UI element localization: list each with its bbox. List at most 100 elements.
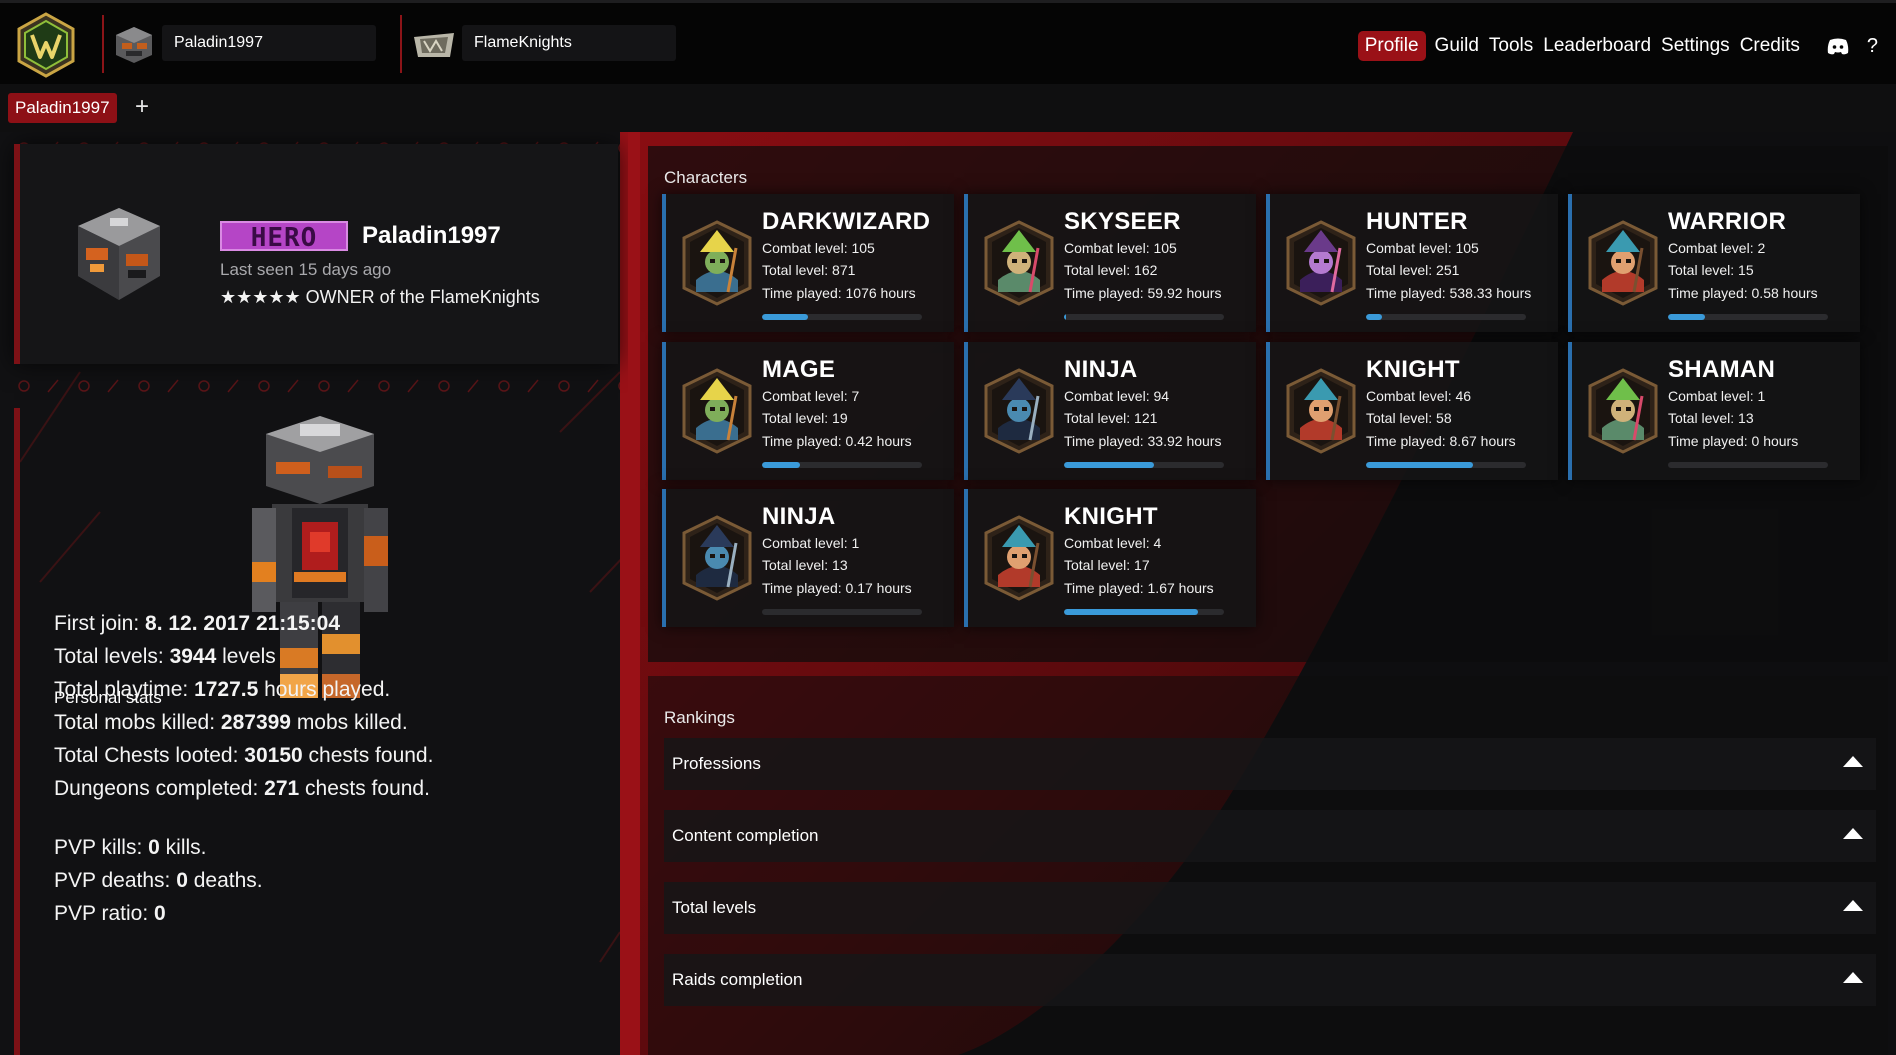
profile-tab-bar: Paladin1997 +	[0, 84, 1896, 132]
ranking-label: Total levels	[672, 898, 757, 917]
combat-level-text: Combat level: 2	[1668, 240, 1766, 256]
progress-fill	[1366, 462, 1473, 468]
time-played-text: Time played: 8.67 hours	[1366, 433, 1516, 449]
guild-banner-icon	[414, 33, 454, 57]
ranking-row[interactable]: Professions	[664, 738, 1876, 790]
stat-suffix: kills.	[159, 836, 207, 859]
content-area: Characters DARKWIZARD Combat level: 105 To…	[628, 132, 1896, 1055]
nav-leaderboard[interactable]: Leaderboard	[1542, 31, 1652, 61]
combat-level-text: Combat level: 105	[1064, 240, 1177, 256]
character-card[interactable]: WARRIOR Combat level: 2 Total level: 15 Tim…	[1568, 194, 1860, 332]
stat-suffix: levels	[216, 645, 276, 668]
guild-role-text: ★★★★★ OWNER of the FlameKnights	[220, 287, 540, 307]
total-level-text: Total level: 13	[1668, 410, 1754, 426]
characters-heading: Characters	[664, 168, 748, 187]
help-icon[interactable]: ?	[1867, 35, 1878, 58]
stat-label: Total mobs killed:	[54, 711, 221, 734]
player-panel: HERO Paladin1997 Last seen 15 days ago ★…	[0, 132, 628, 1055]
character-card[interactable]: MAGE Combat level: 7 Total level: 19 Time p…	[662, 342, 954, 480]
time-played-text: Time played: 1.67 hours	[1064, 580, 1214, 596]
collapse-arrow-icon[interactable]	[1842, 754, 1864, 768]
stat-value: 271	[264, 777, 300, 800]
total-level-text: Total level: 15	[1668, 262, 1754, 278]
ranking-label: Content completion	[672, 826, 819, 845]
stat-line: PVP kills: 0 kills.	[54, 836, 207, 860]
character-class-name: WARRIOR	[1668, 208, 1787, 235]
stat-label: PVP deaths:	[54, 869, 177, 892]
character-card[interactable]: NINJA Combat level: 1 Total level: 13 Time …	[662, 489, 954, 627]
character-progress-bar	[1366, 314, 1526, 320]
assassin-icon	[682, 515, 752, 601]
combat-level-text: Combat level: 94	[1064, 388, 1170, 404]
time-played-text: Time played: 1076 hours	[762, 285, 916, 301]
last-seen-text: Last seen 15 days ago	[220, 260, 392, 279]
character-card[interactable]: KNIGHT Combat level: 46 Total level: 58 Tim…	[1266, 342, 1558, 480]
character-class-name: KNIGHT	[1366, 356, 1460, 383]
character-class-name: SKYSEER	[1064, 208, 1181, 235]
nav-settings[interactable]: Settings	[1660, 31, 1731, 61]
stat-label: PVP ratio:	[54, 902, 154, 925]
rankings-heading: Rankings	[664, 708, 735, 727]
total-level-text: Total level: 121	[1064, 410, 1158, 426]
nav-profile[interactable]: Profile	[1357, 31, 1426, 61]
ranking-row[interactable]: Raids completion	[664, 954, 1876, 1006]
rankings-panel: Rankings Professions Content completion To…	[648, 676, 1888, 1055]
player-name-field[interactable]: Paladin1997	[162, 25, 376, 61]
collapse-arrow-icon[interactable]	[1842, 970, 1864, 984]
separator	[400, 15, 402, 73]
stat-line: Dungeons completed: 271 chests found.	[54, 777, 430, 801]
character-card[interactable]: SKYSEER Combat level: 105 Total level: 162…	[964, 194, 1256, 332]
progress-fill	[762, 314, 808, 320]
progress-fill	[1064, 609, 1198, 615]
stat-suffix: mobs killed.	[290, 711, 408, 734]
ranking-row[interactable]: Total levels	[664, 882, 1876, 934]
collapse-arrow-icon[interactable]	[1842, 898, 1864, 912]
site-logo-icon[interactable]	[12, 11, 80, 79]
separator	[102, 15, 104, 73]
shaman-icon	[1588, 368, 1658, 454]
discord-icon[interactable]	[1827, 38, 1849, 55]
stat-line: Total playtime: 1727.5 hours played.	[54, 678, 390, 702]
character-card[interactable]: KNIGHT Combat level: 4 Total level: 17 Time…	[964, 489, 1256, 627]
stat-suffix: chests found.	[302, 744, 434, 767]
guild-name-field[interactable]: FlameKnights	[462, 25, 676, 61]
stat-label: PVP kills:	[54, 836, 149, 859]
stat-value: 287399	[220, 711, 291, 734]
progress-fill	[1668, 314, 1705, 320]
total-level-text: Total level: 17	[1064, 557, 1150, 573]
wizard-icon	[682, 368, 752, 454]
combat-level-text: Combat level: 1	[762, 535, 860, 551]
character-card[interactable]: NINJA Combat level: 94 Total level: 121 Tim…	[964, 342, 1256, 480]
collapse-arrow-icon[interactable]	[1842, 826, 1864, 840]
stat-value: 8. 12. 2017 21:15:04	[145, 612, 341, 635]
total-level-text: Total level: 871	[762, 262, 856, 278]
archer-icon	[1286, 220, 1356, 306]
wizard-icon	[682, 220, 752, 306]
character-class-name: KNIGHT	[1064, 503, 1158, 530]
characters-panel: Characters DARKWIZARD Combat level: 105 To…	[648, 146, 1888, 662]
warrior-icon	[1588, 220, 1658, 306]
ranking-row[interactable]: Content completion	[664, 810, 1876, 862]
time-played-text: Time played: 0.42 hours	[762, 433, 912, 449]
add-tab-icon[interactable]: +	[135, 92, 149, 122]
tab-player[interactable]: Paladin1997	[8, 93, 117, 123]
player-head-icon	[116, 27, 152, 63]
stat-label: Total Chests looted:	[54, 744, 245, 767]
nav-guild[interactable]: Guild	[1434, 31, 1480, 61]
total-level-text: Total level: 251	[1366, 262, 1460, 278]
nav-credits[interactable]: Credits	[1739, 31, 1801, 61]
character-card[interactable]: DARKWIZARD Combat level: 105 Total level: …	[662, 194, 954, 332]
stat-suffix: chests found.	[299, 777, 430, 800]
assassin-icon	[984, 368, 1054, 454]
character-card[interactable]: HUNTER Combat level: 105 Total level: 251 T…	[1266, 194, 1558, 332]
total-level-text: Total level: 162	[1064, 262, 1158, 278]
character-progress-bar	[1668, 314, 1828, 320]
combat-level-text: Combat level: 105	[762, 240, 875, 256]
stat-suffix: hours played.	[258, 678, 391, 701]
nav-tools[interactable]: Tools	[1488, 31, 1534, 61]
character-card[interactable]: SHAMAN Combat level: 1 Total level: 13 Time…	[1568, 342, 1860, 480]
character-class-name: NINJA	[762, 503, 836, 530]
time-played-text: Time played: 59.92 hours	[1064, 285, 1222, 301]
combat-level-text: Combat level: 4	[1064, 535, 1162, 551]
stat-label: Dungeons completed:	[54, 777, 265, 800]
